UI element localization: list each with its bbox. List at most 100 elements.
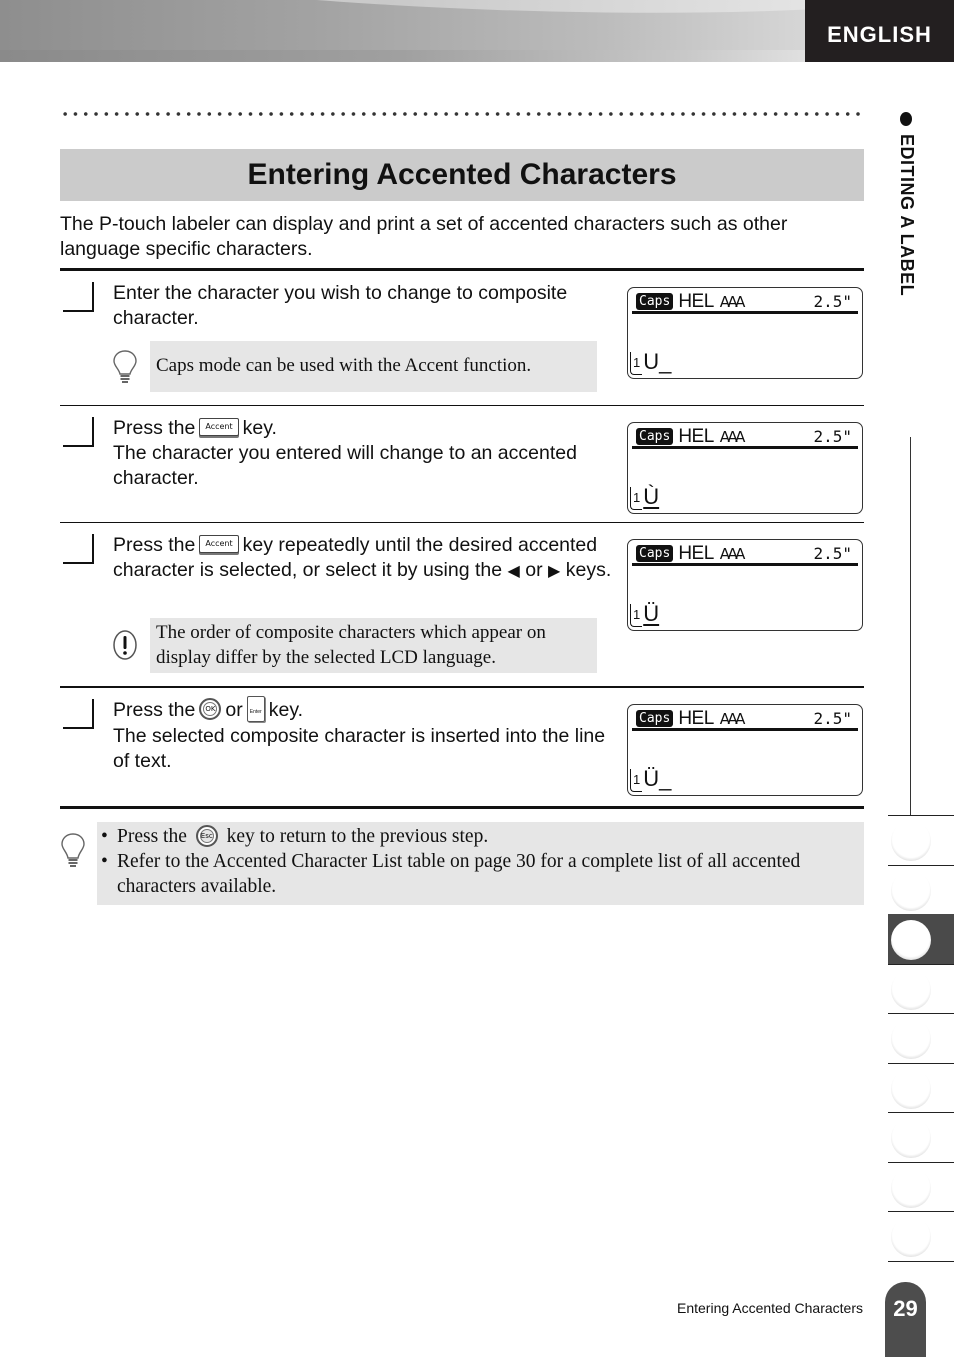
language-tab: ENGLISH — [805, 0, 954, 62]
step-marker — [63, 699, 94, 729]
lcd-status-bar: Caps HEL AAA 2.5" — [632, 290, 858, 314]
hint-text-suffix: key to return to the previous step. — [226, 826, 489, 847]
hint-item: Press the Esc key to return to the previ… — [101, 824, 856, 849]
accent-key-icon: Accent — [199, 534, 239, 553]
label-length: 2.5" — [813, 709, 852, 728]
caps-indicator: Caps — [636, 545, 674, 562]
note-text: The order of composite characters which … — [156, 622, 546, 668]
step-text-suffix: key. — [242, 417, 277, 439]
font-indicator: HEL — [678, 290, 714, 312]
lcd-character: Ù — [643, 484, 660, 509]
text-size-icon: AAA — [719, 427, 746, 446]
chapter-circle-icon — [891, 1217, 931, 1257]
lcd-cursor: _ — [659, 349, 672, 374]
step-2: Press the Accent key. The character you en… — [60, 406, 864, 522]
chapter-circle-icon — [891, 1167, 931, 1208]
chapter-tabs — [888, 815, 954, 1262]
caution-icon — [113, 630, 137, 660]
label-length: 2.5" — [813, 292, 852, 311]
chapter-tab-9[interactable] — [888, 1211, 954, 1261]
chapter-tab-7[interactable] — [888, 1112, 954, 1162]
lcd-character: Ü — [643, 601, 660, 626]
chapter-tab-2[interactable] — [888, 864, 954, 914]
text-size-icon: AAA — [719, 709, 746, 728]
step-text-prefix: Press the — [113, 417, 196, 439]
caps-indicator: Caps — [636, 428, 674, 445]
step-text-suffix: key. — [268, 699, 304, 722]
chapter-tab-6[interactable] — [888, 1062, 954, 1112]
chapter-circle-icon — [891, 821, 931, 861]
chapter-tab-3-active[interactable] — [888, 914, 954, 964]
or-label: or — [225, 699, 243, 722]
hint-text-prefix: Press the — [117, 826, 187, 847]
font-indicator: HEL — [678, 425, 714, 447]
step-text: Press the OK or Enter key. The selected comp… — [113, 696, 613, 774]
chapter-circle-icon — [891, 1118, 931, 1158]
intro-paragraph: The P-touch labeler can display and prin… — [60, 213, 788, 260]
chapter-tab-8[interactable] — [888, 1161, 954, 1211]
or-label: or — [525, 559, 543, 581]
ok-key-icon: OK — [199, 698, 222, 720]
enter-key-icon: Enter — [246, 696, 265, 722]
lcd-text-line: 1 U _ — [630, 349, 671, 375]
lcd-display: Caps HEL AAA 2.5" 1 Ü — [627, 539, 863, 631]
lightbulb-icon — [61, 833, 85, 867]
bullet-icon — [900, 112, 912, 126]
lcd-character: U — [643, 349, 660, 374]
chapter-circle-icon — [891, 1019, 931, 1059]
hint-note: Caps mode can be used with the Accent fu… — [113, 341, 597, 392]
lightbulb-icon — [113, 350, 137, 383]
dotted-divider — [60, 111, 865, 117]
lcd-text-line: 1 Ù — [630, 484, 659, 510]
accent-key-icon: Accent — [199, 417, 239, 436]
title-bar: Entering Accented Characters — [60, 149, 864, 201]
left-arrow-key-icon: ◀ — [507, 563, 520, 580]
chapter-label: EDITING A LABEL — [897, 134, 917, 297]
lcd-text-line: 1 Ü _ — [630, 766, 671, 792]
lcd-status-bar: Caps HEL AAA 2.5" — [632, 707, 858, 731]
divider — [60, 806, 864, 809]
right-arrow-key-icon: ▶ — [548, 563, 561, 580]
caps-indicator: Caps — [636, 293, 674, 310]
lcd-display: Caps HEL AAA 2.5" 1 Ù — [627, 422, 863, 514]
step-text-prefix: Press the — [113, 699, 196, 722]
line-number: 1 — [630, 487, 643, 510]
step-3: Press the Accent key repeatedly until the … — [60, 523, 864, 686]
text-size-icon: AAA — [719, 292, 746, 311]
hints-box: Press the Esc key to return to the previ… — [97, 822, 864, 905]
chapter-tab-1[interactable] — [888, 815, 954, 865]
header-banner — [0, 0, 805, 62]
chapter-circle-icon — [891, 870, 931, 911]
note-text: Caps mode can be used with the Accent fu… — [156, 355, 532, 376]
chapter-circle-icon — [891, 920, 931, 960]
step-description: The character you entered will change to… — [113, 442, 577, 489]
line-number: 1 — [630, 769, 643, 792]
step-marker — [63, 417, 94, 447]
step-text: Press the Accent key. The character you en… — [113, 416, 613, 491]
step-description: The selected composite character is inse… — [113, 725, 606, 772]
lcd-character: Ü — [643, 766, 660, 791]
chapter-circle-icon — [891, 1068, 931, 1109]
label-length: 2.5" — [813, 427, 852, 446]
line-number: 1 — [630, 604, 643, 627]
esc-key-icon: Esc — [195, 824, 218, 847]
text-size-icon: AAA — [719, 544, 746, 563]
divider — [888, 1260, 954, 1262]
step-text-prefix: Press the — [113, 534, 196, 556]
chapter-tab-4[interactable] — [888, 963, 954, 1013]
font-indicator: HEL — [678, 707, 714, 729]
lcd-status-bar: Caps HEL AAA 2.5" — [632, 543, 858, 566]
step-marker — [63, 534, 94, 564]
caution-note: The order of composite characters which … — [113, 618, 597, 673]
step-marker — [63, 282, 94, 312]
label-length: 2.5" — [813, 544, 852, 563]
step-text-end: keys. — [565, 559, 612, 581]
page-number: 29 — [885, 1282, 926, 1357]
lcd-display: Caps HEL AAA 2.5" 1 U _ — [627, 287, 863, 379]
step-text: Enter the character you wish to change t… — [113, 282, 568, 329]
chapter-tab-5[interactable] — [888, 1013, 954, 1063]
footer-section-title: Entering Accented Characters — [677, 1300, 863, 1316]
lcd-text-line: 1 Ü — [630, 601, 659, 627]
line-number: 1 — [630, 352, 643, 375]
lcd-status-bar: Caps HEL AAA 2.5" — [632, 425, 858, 449]
